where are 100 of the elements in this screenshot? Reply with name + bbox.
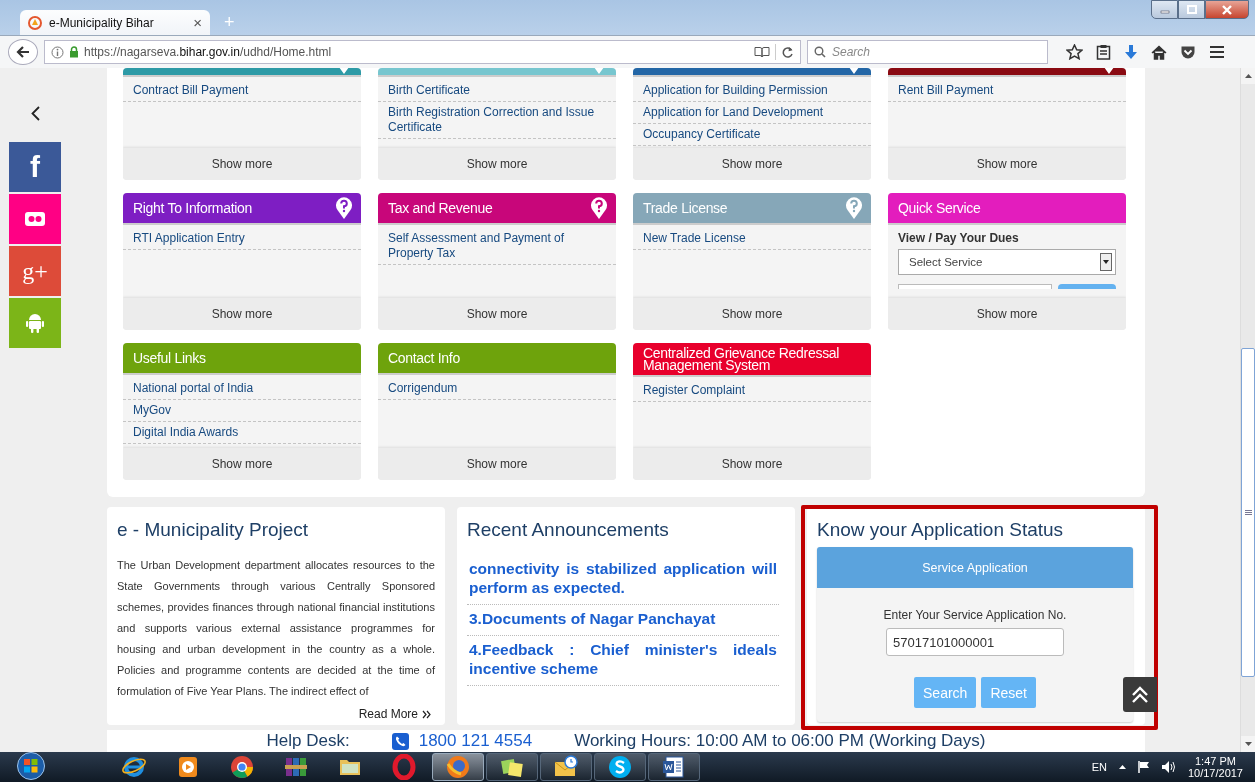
show-more-button[interactable]: Show more (123, 298, 361, 330)
service-select[interactable]: Select Service (898, 249, 1116, 275)
panel-title: e - Municipality Project (116, 518, 310, 541)
maximize-button[interactable] (1178, 0, 1205, 19)
caret-icon (1103, 260, 1109, 264)
flag-icon[interactable] (1137, 761, 1150, 773)
maximize-icon (1186, 5, 1197, 14)
service-link[interactable]: Self Assessment and Payment of Property Tax (378, 228, 616, 265)
show-more-button[interactable]: Show more (888, 148, 1126, 180)
clock[interactable]: 1:47 PM 10/17/2017 (1187, 755, 1243, 779)
taskbar-button[interactable] (594, 753, 646, 781)
minimize-button[interactable] (1151, 0, 1178, 19)
card-title: Contact Info (388, 349, 460, 368)
close-button[interactable] (1205, 0, 1249, 19)
google-plus-button[interactable]: g+ (9, 246, 61, 296)
taskbar-button[interactable] (540, 753, 592, 781)
back-arrow-icon (16, 46, 30, 58)
service-link[interactable]: Birth Certificate (378, 80, 616, 102)
project-description: The Urban Development department allocates resources to the State Governments through various Centrally Sponsored schemes, provides finances through national financial institutions and supports various external assistance programmes for housing and urban development in the country as a whole. Policies and programme contents are decided at the time of formulation of Five Year Plans. The indirect effect of (117, 558, 435, 699)
service-link[interactable]: New Trade License (633, 228, 871, 250)
service-link[interactable]: Contract Bill Payment (123, 80, 361, 102)
robot-icon (26, 313, 44, 333)
scroll-up-button[interactable] (1241, 68, 1255, 84)
scroll-down-button[interactable] (1241, 736, 1255, 752)
double-chevron-icon (422, 709, 431, 719)
announcement-link[interactable]: connectivity is stabilized application will perform as expected. (467, 555, 779, 605)
browser-tab[interactable]: e-Municipality Bihar × (20, 10, 210, 35)
tray-expand-icon[interactable] (1118, 765, 1126, 769)
service-link[interactable]: Corrigendum (378, 378, 616, 400)
card-title: Trade License (643, 199, 728, 218)
caret-down-icon (1244, 742, 1252, 746)
announcement-link[interactable]: 3.Documents of Nagar Panchayat (467, 605, 779, 636)
service-link[interactable]: MyGov (123, 400, 361, 422)
help-pin-icon[interactable] (335, 196, 353, 220)
card-title: Quick Service (898, 199, 981, 218)
chrome-icon (229, 754, 255, 780)
show-more-button[interactable]: Show more (633, 298, 871, 330)
announcement-link[interactable]: 4.Feedback : Chief minister's ideals incentive scheme (467, 636, 779, 686)
star-icon[interactable] (1066, 44, 1083, 60)
application-number-field[interactable]: 57017101000001 (886, 628, 1064, 656)
read-more-link[interactable]: Read More (358, 707, 431, 721)
clipboard-icon[interactable] (1096, 44, 1111, 60)
menu-icon[interactable] (1209, 45, 1225, 59)
service-link[interactable]: Occupancy Certificate (633, 124, 871, 146)
speaker-icon[interactable] (1161, 761, 1176, 773)
help-pin-icon[interactable] (590, 196, 608, 220)
skype-icon (607, 754, 633, 780)
back-button[interactable] (8, 39, 38, 65)
taskbar-button[interactable] (648, 753, 700, 781)
double-chevron-up-icon (1131, 685, 1149, 704)
address-bar[interactable]: https://nagarseva.bihar.gov.in/udhd/Home.html (44, 40, 801, 64)
show-more-button[interactable]: Show more (378, 148, 616, 180)
phone-number-link[interactable]: 1800 121 4554 (418, 731, 533, 751)
service-link[interactable]: Application for Land Development (633, 102, 871, 124)
field-label: Enter Your Service Application No. (882, 608, 1068, 622)
field-label: View / Pay Your Dues (897, 230, 1020, 247)
service-link[interactable]: RTI Application Entry (123, 228, 361, 250)
form-header: Service Application (817, 547, 1133, 588)
service-link[interactable]: Rent Bill Payment (888, 80, 1126, 102)
service-link[interactable]: Application for Building Permission (633, 80, 871, 102)
card-title: Tax and Revenue (388, 199, 493, 218)
search-field[interactable]: Search (807, 40, 1048, 64)
language-indicator[interactable]: EN (1091, 761, 1107, 773)
flickr-button[interactable] (9, 194, 61, 244)
document-icon (661, 754, 687, 780)
show-more-button[interactable]: Show more (123, 448, 361, 480)
card-title: Useful Links (133, 349, 206, 368)
back-to-top-button[interactable] (1123, 677, 1157, 712)
browser-e-icon (121, 754, 147, 780)
show-more-button[interactable]: Show more (633, 148, 871, 180)
info-icon[interactable] (51, 45, 64, 59)
facebook-button[interactable]: f (9, 142, 61, 192)
show-more-button[interactable]: Show more (378, 448, 616, 480)
taskbar-button[interactable] (486, 753, 538, 781)
show-more-button[interactable]: Show more (888, 298, 1126, 330)
lock-icon[interactable] (69, 46, 79, 58)
tab-close-button[interactable]: × (193, 14, 202, 31)
pocket-icon[interactable] (1180, 44, 1196, 60)
url-text: https://nagarseva.bihar.gov.in/udhd/Home.html (84, 45, 333, 59)
show-more-button[interactable]: Show more (123, 148, 361, 180)
service-link[interactable]: Register Complaint (633, 380, 871, 402)
opera-icon (391, 754, 417, 780)
service-link[interactable]: Digital India Awards (123, 422, 361, 444)
help-desk-label: Help Desk: (266, 731, 350, 751)
close-icon (1221, 4, 1233, 15)
reader-view-icon[interactable] (754, 46, 770, 58)
grip-icon (1244, 510, 1252, 515)
download-icon[interactable] (1124, 44, 1138, 60)
chevron-left-icon (30, 105, 40, 121)
taskbar-button[interactable] (432, 753, 484, 781)
fox-globe-icon (445, 754, 471, 780)
service-link[interactable]: Birth Registration Correction and Issue Certificate (378, 102, 616, 139)
scrollbar-thumb[interactable] (1241, 348, 1255, 677)
service-link[interactable]: National portal of India (123, 378, 361, 400)
panel-title: Recent Announcements (466, 518, 670, 541)
two-dots-icon (25, 212, 45, 226)
home-icon[interactable] (1151, 44, 1167, 60)
reload-icon[interactable] (781, 45, 794, 59)
show-more-button[interactable]: Show more (378, 298, 616, 330)
show-more-button[interactable]: Show more (633, 448, 871, 480)
